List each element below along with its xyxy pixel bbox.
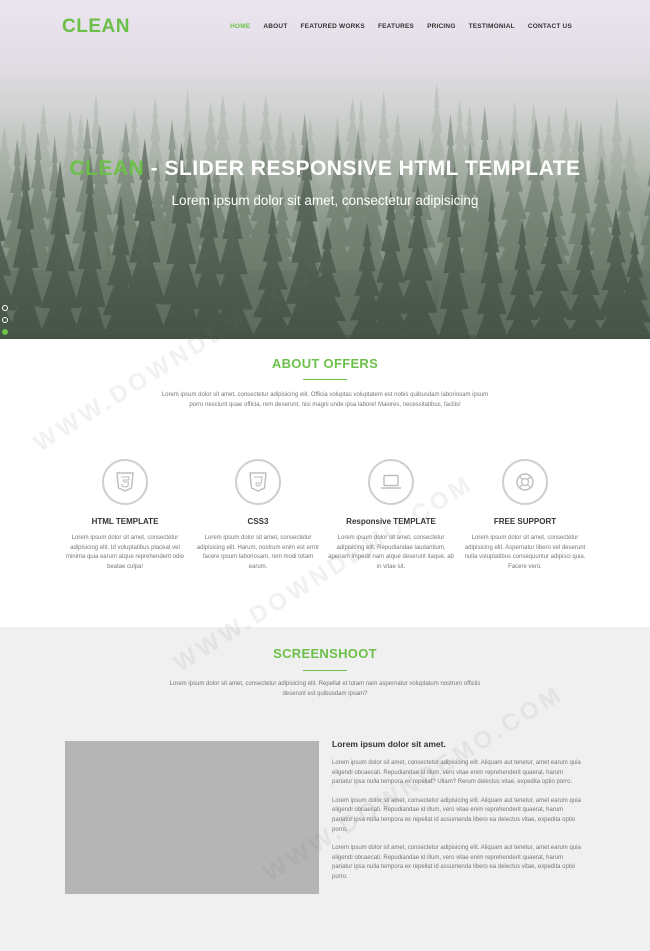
feature-text: Lorem ipsum dolor sit amet, consectetur …	[464, 535, 586, 570]
top-navbar: CLEAN HOME ABOUT FEATURED WORKS FEATURES…	[0, 0, 650, 56]
feature-title: HTML TEMPLATE	[91, 517, 159, 526]
screenshot-heading: Lorem ipsum dolor sit amet.	[332, 739, 446, 749]
screenshoot-title: SCREENSHOOT	[273, 646, 377, 661]
about-section: ABOUT OFFERS Lorem ipsum dolor sit amet,…	[0, 339, 650, 627]
nav-item-featured-works[interactable]: FEATURED WORKS	[301, 23, 365, 30]
slider-pagination	[2, 305, 8, 335]
html5-icon	[102, 459, 148, 505]
css3-icon	[235, 459, 281, 505]
laptop-icon	[368, 459, 414, 505]
feature-title: Responsive TEMPLATE	[346, 517, 436, 526]
screenshot-paragraph: Lorem ipsum dolor sit amet, consectetur …	[332, 845, 581, 880]
site-logo[interactable]: CLEAN	[62, 16, 130, 38]
main-menu: HOME ABOUT FEATURED WORKS FEATURES PRICI…	[230, 23, 572, 30]
feature-text: Lorem ipsum dolor sit amet, consectetur …	[65, 535, 185, 570]
slider-dot-2[interactable]	[2, 317, 8, 323]
feature-css3: CSS3 Lorem ipsum dolor sit amet, consect…	[191, 459, 325, 572]
about-title: ABOUT OFFERS	[271, 356, 379, 371]
feature-responsive-template: Responsive TEMPLATE Lorem ipsum dolor si…	[324, 459, 458, 572]
nav-item-pricing[interactable]: PRICING	[427, 23, 456, 30]
screenshot-image-placeholder	[65, 741, 319, 894]
screenshoot-section: SCREENSHOOT Lorem ipsum dolor sit amet, …	[0, 627, 650, 951]
screenshoot-description: Lorem ipsum dolor sit amet, consectetur …	[169, 681, 481, 697]
slider-dot-3-active[interactable]	[2, 329, 8, 335]
hero-subtitle: Lorem ipsum dolor sit amet, consectetur …	[171, 193, 479, 208]
nav-item-about[interactable]: ABOUT	[263, 23, 287, 30]
hero-slider: CLEAN HOME ABOUT FEATURED WORKS FEATURES…	[0, 0, 650, 339]
about-title-underline	[303, 379, 347, 380]
feature-text: Lorem ipsum dolor sit amet, consectetur …	[196, 535, 320, 570]
hero-title-accent: CLEAN	[69, 157, 145, 180]
feature-title: FREE SUPPORT	[493, 517, 557, 526]
feature-text: Lorem ipsum dolor sit amet, consectetur …	[328, 535, 454, 570]
nav-item-features[interactable]: FEATURES	[378, 23, 414, 30]
screenshot-paragraph: Lorem ipsum dolor sit amet, consectetur …	[332, 797, 581, 833]
feature-title: CSS3	[247, 517, 269, 526]
feature-html-template: HTML TEMPLATE Lorem ipsum dolor sit amet…	[58, 459, 192, 572]
screenshoot-title-underline	[303, 670, 347, 671]
nav-item-testimonial[interactable]: TESTIMONIAL	[469, 23, 515, 30]
hero-title: CLEAN - SLIDER RESPONSIVE HTML TEMPLATE	[0, 157, 650, 181]
screenshot-text-block: Lorem ipsum dolor sit amet. Lorem ipsum …	[332, 739, 582, 892]
about-description: Lorem ipsum dolor sit amet, consectetur …	[161, 392, 489, 408]
support-icon	[502, 459, 548, 505]
feature-free-support: FREE SUPPORT Lorem ipsum dolor sit amet,…	[458, 459, 592, 572]
nav-item-contact-us[interactable]: CONTACT US	[528, 23, 572, 30]
screenshot-paragraph: Lorem ipsum dolor sit amet, consectetur …	[332, 760, 581, 786]
slider-dot-1[interactable]	[2, 305, 8, 311]
hero-title-rest: - SLIDER RESPONSIVE HTML TEMPLATE	[144, 157, 581, 180]
nav-item-home[interactable]: HOME	[230, 23, 250, 30]
